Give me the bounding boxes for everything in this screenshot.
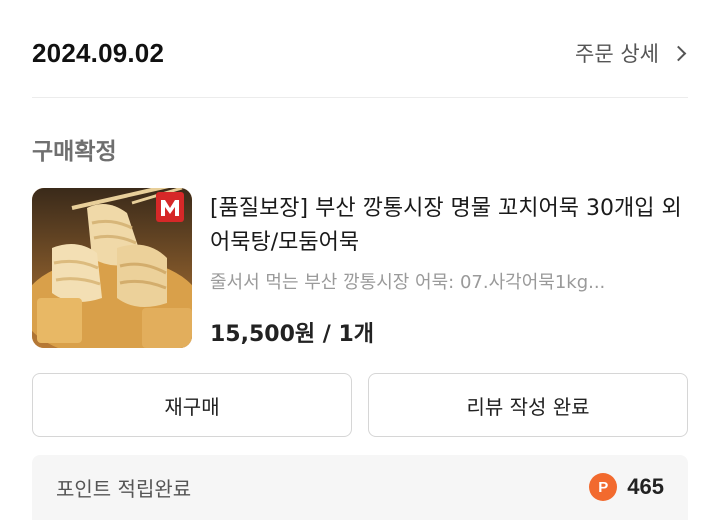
product-price: 15,500원 / 1개 [210, 322, 375, 347]
product-title[interactable]: [품질보장] 부산 깡통시장 명물 꼬치어묵 30개입 외 어묵탕/모둠어묵 [210, 192, 688, 260]
point-coin-icon: P [589, 473, 618, 501]
chevron-right-icon [670, 45, 687, 61]
review-complete-button[interactable]: 리뷰 작성 완료 [368, 373, 688, 437]
points-amount: P 465 [589, 473, 664, 501]
order-header: 2024.09.02 주문 상세 [32, 28, 688, 78]
order-detail-link[interactable]: 주문 상세 [575, 38, 688, 68]
repurchase-button[interactable]: 재구매 [32, 373, 352, 437]
points-panel: 포인트 적립완료 P 465 [32, 455, 688, 520]
points-value: 465 [627, 474, 664, 499]
product-card[interactable]: [품질보장] 부산 깡통시장 명물 꼬치어묵 30개입 외 어묵탕/모둠어묵 줄… [32, 188, 688, 350]
divider [32, 97, 688, 98]
order-status: 구매확정 [32, 139, 117, 165]
fishcake-image-icon [32, 188, 192, 348]
action-buttons: 재구매 리뷰 작성 완료 [32, 373, 688, 437]
product-image[interactable] [32, 188, 192, 348]
points-label: 포인트 적립완료 [56, 476, 192, 501]
product-info: [품질보장] 부산 깡통시장 명물 꼬치어묵 30개입 외 어묵탕/모둠어묵 줄… [210, 188, 688, 350]
product-option: 줄서서 먹는 부산 깡통시장 어묵: 07.사각어묵1kg... [210, 272, 606, 293]
order-detail-label: 주문 상세 [575, 42, 659, 66]
order-date: 2024.09.02 [32, 37, 165, 68]
